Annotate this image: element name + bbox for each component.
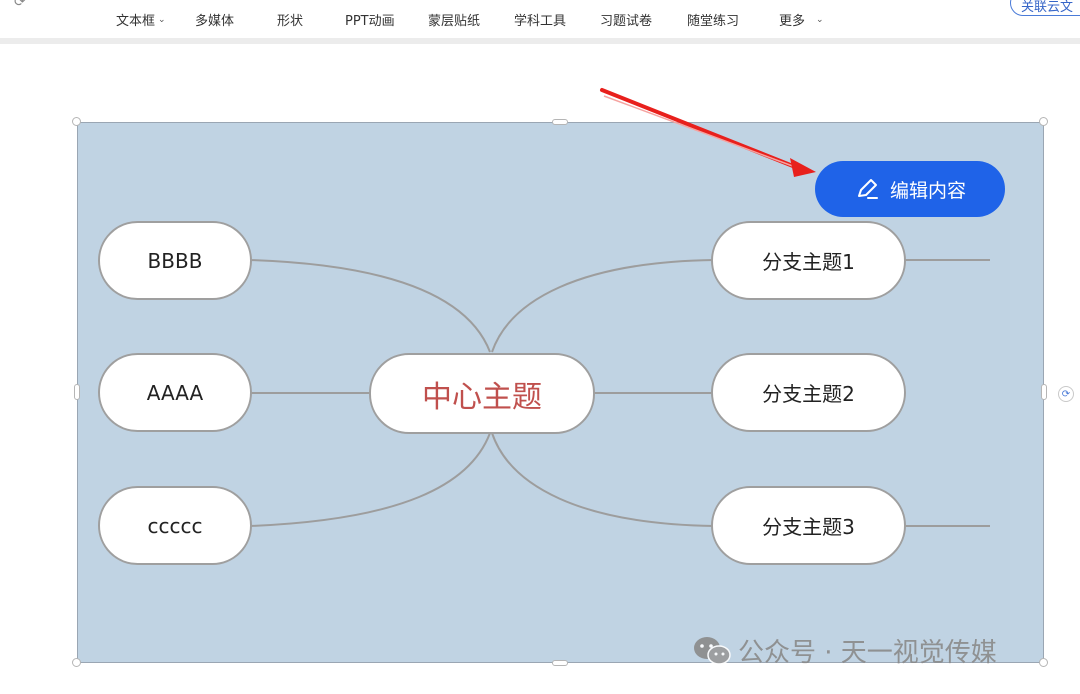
mindmap-node-right-1[interactable]: 分支主题1 (711, 221, 906, 300)
connector-right-top (491, 259, 715, 353)
pencil-icon (857, 179, 878, 199)
node-label: 分支主题1 (762, 250, 855, 274)
mindmap-node-left-3[interactable]: ccccc (98, 486, 252, 565)
connector-left-bottom (249, 432, 491, 527)
mindmap-node-left-2[interactable]: AAAA (98, 353, 252, 432)
node-label: 分支主题2 (762, 382, 855, 406)
edit-content-label: 编辑内容 (889, 179, 966, 202)
center-node-label: 中心主题 (422, 379, 542, 415)
mindmap-node-right-3[interactable]: 分支主题3 (711, 486, 906, 565)
watermark: 公众号 · 天一视觉传媒 (692, 632, 997, 669)
mindmap-node-left-1[interactable]: BBBB (98, 221, 252, 300)
node-label: ccccc (147, 513, 203, 538)
mindmap-center-node[interactable]: 中心主题 (369, 353, 595, 434)
wechat-icon (694, 636, 731, 665)
node-label: 分支主题3 (762, 515, 855, 539)
edit-content-button[interactable]: 编辑内容 (815, 161, 1005, 217)
watermark-text: 公众号 · 天一视觉传媒 (738, 638, 997, 668)
mindmap-connectors (249, 88, 990, 527)
node-label: BBBB (147, 248, 203, 273)
node-label: AAAA (146, 380, 204, 405)
connector-left-top (249, 259, 491, 353)
connector-right-bottom (491, 432, 715, 527)
annotation-arrow (600, 88, 816, 177)
mindmap-node-right-2[interactable]: 分支主题2 (711, 353, 906, 432)
